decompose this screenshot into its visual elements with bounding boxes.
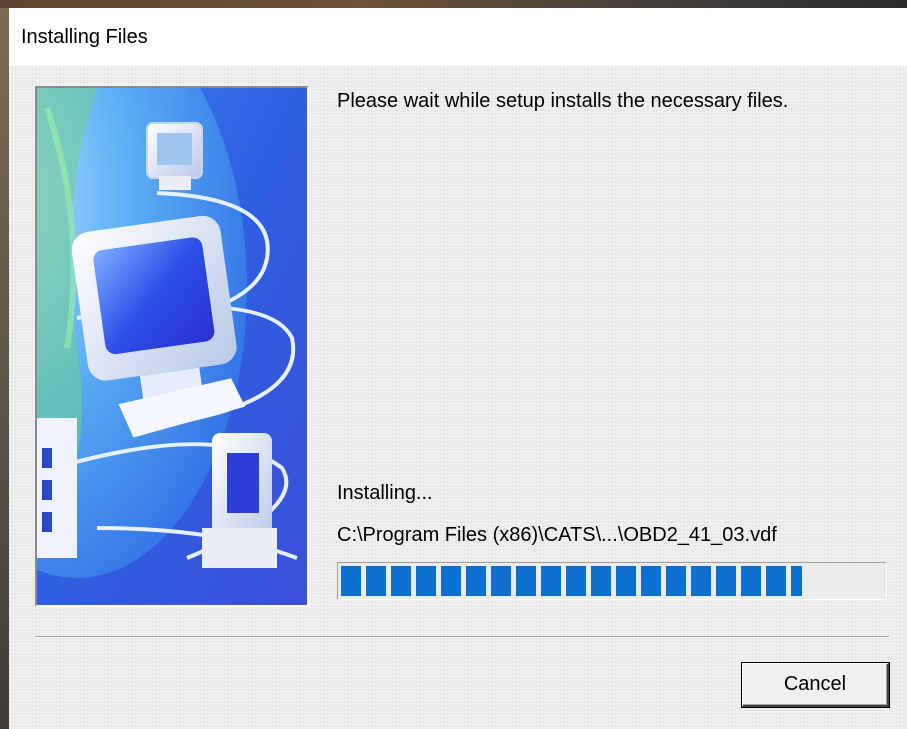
desktop-background-edge <box>0 8 9 729</box>
current-file-path: C:\Program Files (x86)\CATS\...\OBD2_41_… <box>337 524 777 546</box>
dialog-body: Please wait while setup installs the nec… <box>9 66 907 729</box>
instruction-text: Please wait while setup installs the nec… <box>337 90 789 112</box>
progress-bar <box>337 562 887 600</box>
desktop-background-strip <box>0 0 907 8</box>
cancel-button[interactable]: Cancel <box>742 663 889 707</box>
window-title: Installing Files <box>21 26 148 48</box>
title-bar[interactable]: Installing Files <box>9 8 907 66</box>
installer-banner-image <box>35 86 309 607</box>
installer-window: Installing Files Please wait while setup… <box>0 0 907 729</box>
status-label: Installing... <box>337 482 433 504</box>
separator-line <box>35 636 889 638</box>
installer-illustration-icon <box>37 88 307 605</box>
progress-fill <box>341 566 802 596</box>
